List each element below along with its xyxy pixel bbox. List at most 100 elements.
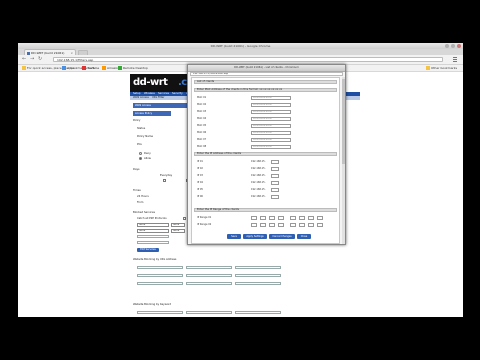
url-field-8[interactable] — [186, 282, 232, 285]
ip-range-octet-input[interactable] — [269, 223, 275, 227]
ip-range-octet-input[interactable] — [278, 223, 284, 227]
url-field-4[interactable] — [137, 274, 183, 277]
catch-all-checkbox[interactable] — [183, 217, 186, 220]
label-catch-all-p2p: Catch all P2P Protocols — [137, 217, 167, 220]
ip-label: IP 06 — [197, 195, 203, 198]
service-select-4[interactable]: None — [171, 229, 185, 233]
cancel-changes-button[interactable]: Cancel Changes — [269, 234, 295, 239]
mac-input[interactable]: 00:00:00:00:00:00 — [251, 124, 291, 128]
service-select-3[interactable]: None — [137, 229, 169, 233]
ip-last-octet-input[interactable] — [271, 188, 279, 192]
mac-input[interactable]: 00:00:00:00:00:00 — [251, 96, 291, 100]
label-status: Status — [137, 127, 146, 130]
label-times: Times — [133, 189, 141, 192]
popup-scrollbar-thumb[interactable] — [342, 79, 345, 164]
apply-settings-button[interactable]: Apply Settings — [243, 234, 267, 239]
edit-services-button[interactable]: Edit Services — [137, 248, 159, 252]
ip-range-octet-input[interactable] — [308, 216, 314, 220]
section-access-policy: Access Policy — [133, 111, 171, 116]
service-field-2[interactable] — [137, 241, 169, 244]
ip-range-octet-input[interactable] — [269, 216, 275, 220]
url-field-2[interactable] — [186, 266, 232, 269]
reload-icon[interactable]: ↻ — [38, 57, 42, 62]
bookmark-youtube[interactable]: YouTube — [82, 66, 99, 70]
url-field-6[interactable] — [235, 274, 281, 277]
mac-row: MAC 01 00:00:00:00:00:00 — [195, 96, 335, 101]
minimize-icon[interactable] — [445, 44, 449, 48]
bookmark-other[interactable]: Other bookmarks — [426, 66, 457, 70]
ip-range-octet-input[interactable] — [299, 216, 305, 220]
mac-input[interactable]: 00:00:00:00:00:00 — [251, 117, 291, 121]
mac-row: MAC 07 00:00:00:00:00:00 — [195, 138, 335, 143]
mac-input[interactable]: 00:00:00:00:00:00 — [251, 110, 291, 114]
bookmark-apps[interactable]: Apps — [62, 66, 74, 70]
mac-label: MAC 05 — [197, 124, 207, 127]
ip-range-octet-input[interactable] — [251, 216, 257, 220]
ip-row: IP 04 192.168.15. — [195, 181, 335, 186]
mac-input[interactable]: 00:00:00:00:00:00 — [251, 131, 291, 135]
popup-section-title: List of clients — [194, 80, 337, 84]
url-field-1[interactable] — [137, 266, 183, 269]
ip-last-octet-input[interactable] — [271, 174, 279, 178]
url-field-9[interactable] — [235, 282, 281, 285]
ip-range-octet-input[interactable] — [260, 223, 266, 227]
mac-row: MAC 08 00:00:00:00:00:00 — [195, 145, 335, 150]
ip-range-octet-input[interactable] — [260, 216, 266, 220]
bookmark-amazon[interactable]: Amazon — [102, 66, 119, 70]
close-button[interactable]: Close — [297, 234, 311, 239]
ip-last-octet-input[interactable] — [271, 195, 279, 199]
popup-content: List of clients Enter MAC Address of the… — [191, 77, 340, 244]
back-icon[interactable]: ← — [22, 57, 26, 62]
mac-label: MAC 04 — [197, 117, 207, 120]
url-field-3[interactable] — [235, 266, 281, 269]
menu-icon[interactable] — [453, 57, 457, 62]
ip-range-octet-input[interactable] — [278, 216, 284, 220]
service-select-1[interactable]: None — [137, 223, 169, 227]
ip-range-octet-input[interactable] — [290, 216, 296, 220]
ip-range-octet-input[interactable] — [290, 223, 296, 227]
mac-input[interactable]: 00:00:00:00:00:00 — [251, 138, 291, 142]
ip-label: IP 04 — [197, 181, 203, 184]
ip-last-octet-input[interactable] — [271, 181, 279, 185]
ip-range-row: IP Range 01 — [195, 216, 335, 221]
close-icon[interactable] — [457, 44, 461, 48]
subtab-url-filter[interactable]: URL Filter — [152, 96, 164, 100]
ip-last-octet-input[interactable] — [271, 167, 279, 171]
mac-input[interactable]: 00:00:00:00:00:00 — [251, 145, 291, 149]
service-field-1[interactable] — [137, 235, 169, 238]
maximize-icon[interactable] — [451, 44, 455, 48]
everyday-checkbox[interactable] — [163, 179, 166, 182]
allow-radio[interactable] — [139, 157, 142, 160]
service-select-2[interactable]: None — [171, 223, 185, 227]
popup-titlebar: DD-WRT (build 21061) - List of clients -… — [188, 65, 345, 72]
deny-radio[interactable] — [139, 152, 142, 155]
ip-range-octet-input[interactable] — [317, 223, 323, 227]
mac-label: MAC 08 — [197, 145, 207, 148]
keyword-field-2[interactable] — [186, 311, 232, 314]
bookmark-remote-desktop[interactable]: Remote Desktop — [118, 66, 148, 70]
label-everyday: Everyday — [160, 174, 173, 177]
ip-range-octet-input[interactable] — [299, 223, 305, 227]
url-field-5[interactable] — [186, 274, 232, 277]
url-field-7[interactable] — [137, 282, 183, 285]
ip-range-octet-input[interactable] — [317, 216, 323, 220]
popup-address-bar[interactable]: 192.168.15.1/FilterIPMAC.asp — [190, 72, 343, 76]
keyword-field-3[interactable] — [235, 311, 281, 314]
address-bar[interactable]: 192.168.15.1/Filters.asp — [53, 57, 443, 62]
ip-last-octet-input[interactable] — [271, 160, 279, 164]
forward-icon[interactable]: → — [30, 57, 34, 62]
range-section-title: Enter the IP Range of the clients — [194, 208, 337, 212]
ip-range-octet-input[interactable] — [308, 223, 314, 227]
ip-range-label: IP Range 01 — [197, 216, 212, 219]
subtab-wan-access[interactable]: WAN Access — [133, 96, 149, 100]
ip-prefix: 192.168.15. — [251, 174, 266, 177]
mac-row: MAC 06 00:00:00:00:00:00 — [195, 131, 335, 136]
ip-row: IP 03 192.168.15. — [195, 174, 335, 179]
label-24-hours: 24 Hours — [137, 195, 149, 198]
popup-scrollbar[interactable] — [342, 77, 345, 244]
label-pcs: PCs — [137, 143, 142, 146]
ip-range-octet-input[interactable] — [251, 223, 257, 227]
mac-input[interactable]: 00:00:00:00:00:00 — [251, 103, 291, 107]
save-button[interactable]: Save — [227, 234, 241, 239]
keyword-field-1[interactable] — [137, 311, 183, 314]
